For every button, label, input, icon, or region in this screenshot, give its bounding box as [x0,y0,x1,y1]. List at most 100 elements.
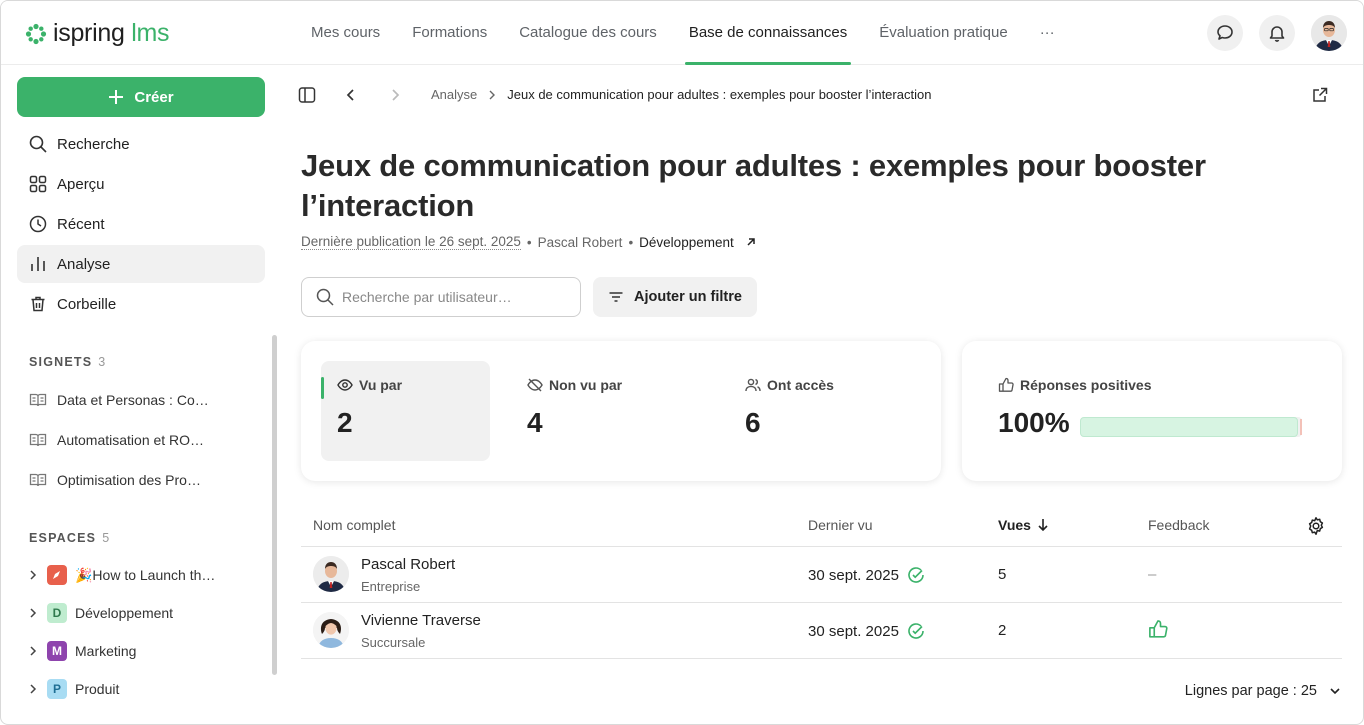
table-row[interactable]: Vivienne Traverse Succursale 30 sept. 20… [301,603,1342,659]
sidebar-item-corbeille[interactable]: Corbeille [17,285,265,323]
chevron-right-icon[interactable] [27,607,39,619]
sidebar-item-recherche[interactable]: Recherche [17,125,265,163]
notifications-button[interactable] [1259,15,1295,51]
column-header-last-seen[interactable]: Dernier vu [808,517,873,533]
stat-has-access[interactable]: Ont accès 6 [729,361,919,461]
eye-off-icon [527,378,543,392]
sidebar-item-analyse[interactable]: Analyse [17,245,265,283]
space-item-developpement[interactable]: D Développement [27,603,173,623]
user-name[interactable]: Pascal Robert [361,556,455,573]
stat-positive-responses: Réponses positives 100% [982,361,1322,461]
stat-not-seen-label: Non vu par [549,377,623,393]
top-bar: ispring lms Mes cours Formations Catalog… [1,1,1363,65]
nav-evaluation-pratique[interactable]: Évaluation pratique [863,1,1023,65]
sidebar-toggle-icon[interactable] [297,85,317,105]
last-seen-cell: 30 sept. 2025 [808,566,925,584]
sidebar-item-recent[interactable]: Récent [17,205,265,243]
rocket-space-icon [47,565,67,585]
nav-formations[interactable]: Formations [396,1,503,65]
views-stats-card: Vu par 2 Non vu par 4 Ont accès 6 [301,341,941,481]
sidebar-item-label: Recherche [57,135,130,153]
stat-seen-by[interactable]: Vu par 2 [321,361,490,461]
space-badge-d: D [47,603,67,623]
chevron-right-icon[interactable] [27,683,39,695]
grid-icon [29,175,47,193]
views-cell: 2 [998,622,1007,639]
search-icon [316,288,334,306]
column-header-name[interactable]: Nom complet [313,517,395,533]
space-item-marketing[interactable]: M Marketing [27,641,136,661]
sidebar-scrollbar[interactable] [272,335,277,675]
column-header-feedback[interactable]: Feedback [1148,517,1209,533]
nav-mes-cours[interactable]: Mes cours [295,1,396,65]
sidebar-item-apercu[interactable]: Aperçu [17,165,265,203]
bookmark-label: Automatisation et RO… [57,432,205,448]
eye-icon [337,379,353,391]
bookmark-item[interactable]: Optimisation des Pro… [29,471,201,489]
last-seen-date: 30 sept. 2025 [808,622,899,640]
ispring-logo[interactable]: ispring lms [25,19,169,48]
table-header: Nom complet Dernier vu Vues Feedback [301,507,1342,547]
nav-more-button[interactable]: ··· [1024,1,1071,65]
clock-icon [29,215,47,233]
chevron-right-icon[interactable] [27,645,39,657]
article-meta: Dernière publication le 26 sept. 2025 • … [301,234,758,250]
user-organization: Entreprise [361,579,421,594]
last-seen-date: 30 sept. 2025 [808,566,899,584]
column-header-views[interactable]: Vues [998,517,1049,533]
feedback-cell-empty: – [1148,566,1157,583]
space-link[interactable]: Développement [639,235,734,250]
breadcrumb-parent[interactable]: Analyse [431,87,477,102]
stat-positive-label: Réponses positives [1020,377,1152,393]
rows-per-page-select[interactable]: Lignes par page : 25 [1185,683,1341,699]
forward-arrow-icon[interactable] [387,87,403,103]
add-filter-label: Ajouter un filtre [634,289,742,305]
sidebar: Créer Recherche Aperçu Récent Analyse Co… [1,65,281,724]
add-filter-button[interactable]: Ajouter un filtre [593,277,757,317]
top-navigation: Mes cours Formations Catalogue des cours… [295,1,1071,65]
space-label: Marketing [75,643,137,659]
trash-icon [31,296,45,312]
stat-not-seen-by[interactable]: Non vu par 4 [511,361,701,461]
thumbs-up-icon [998,377,1014,392]
author-name[interactable]: Pascal Robert [538,235,623,250]
chevron-right-icon[interactable] [27,569,39,581]
open-external-icon[interactable] [1310,85,1330,105]
user-name[interactable]: Vivienne Traverse [361,612,481,629]
completed-check-icon [908,623,924,639]
nav-catalogue[interactable]: Catalogue des cours [503,1,673,65]
chat-button[interactable] [1207,15,1243,51]
page-title: Jeux de communication pour adultes : exe… [301,148,1206,223]
user-search-field[interactable] [301,277,581,317]
book-icon [29,433,47,447]
stat-access-value: 6 [745,407,761,438]
table-row[interactable]: Pascal Robert Entreprise 30 sept. 2025 5… [301,547,1342,603]
space-item-produit[interactable]: P Produit [27,679,119,699]
bookmark-item[interactable]: Automatisation et RO… [29,431,204,449]
user-portrait-icon [313,556,349,592]
breadcrumb: Analyse Jeux de communication pour adult… [431,87,931,102]
top-actions [1207,15,1347,51]
views-cell: 5 [998,566,1007,583]
space-item-launch[interactable]: 🎉How to Launch th… [27,565,215,585]
positive-progress-bar [1080,417,1302,437]
spaces-section-title: ESPACES 5 [29,531,111,545]
arrow-up-right-icon[interactable] [744,235,758,249]
back-arrow-icon[interactable] [343,87,359,103]
content-toolbar [297,83,403,107]
user-search-input[interactable] [342,289,562,305]
create-button[interactable]: Créer [17,77,265,117]
create-label: Créer [134,88,174,106]
bookmarks-section-title: SIGNETS 3 [29,355,107,369]
user-avatar[interactable] [1311,15,1347,51]
bookmark-item[interactable]: Data et Personas : Co… [29,391,209,409]
bookmarks-count: 3 [98,355,107,369]
gear-icon[interactable] [1306,516,1326,536]
spaces-count: 5 [102,531,111,545]
stat-seen-label: Vu par [359,377,403,393]
chevron-right-icon [489,90,496,99]
last-seen-cell: 30 sept. 2025 [808,622,925,640]
nav-base-connaissances[interactable]: Base de connaissances [673,1,863,65]
stat-access-label: Ont accès [767,377,834,393]
plus-icon [109,90,124,104]
